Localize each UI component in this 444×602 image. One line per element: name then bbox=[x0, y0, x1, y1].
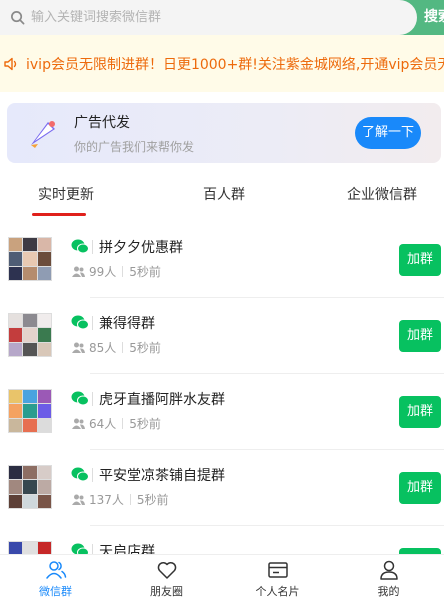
tab-hundred[interactable]: 百人群 bbox=[203, 172, 245, 218]
active-tab-indicator bbox=[32, 213, 86, 216]
meta-divider bbox=[122, 266, 124, 277]
tab-bar: 实时更新 百人群 企业微信群 bbox=[0, 172, 444, 218]
separator bbox=[92, 468, 93, 482]
group-avatar bbox=[8, 313, 52, 357]
separator bbox=[92, 316, 93, 330]
update-time: 5秒前 bbox=[136, 493, 169, 507]
page: 搜索 ivip会员无限制进群！日更1000+群!关注紫金城网络,开通vip会员无… bbox=[0, 0, 444, 602]
list-item[interactable]: 虎牙直播阿胖水友群 64人 5秒前 加群 bbox=[0, 374, 444, 450]
wechat-icon bbox=[71, 467, 89, 482]
group-list: 拼夕夕优惠群 99人 5秒前 加群 兼得得群 85人 5秒前 加群 虎牙直播阿胖… bbox=[0, 222, 444, 555]
search-input[interactable] bbox=[31, 10, 371, 25]
member-count: 99人 bbox=[89, 265, 117, 279]
member-count: 85人 bbox=[89, 341, 117, 355]
group-name: 虎牙直播阿胖水友群 bbox=[99, 392, 225, 408]
join-group-button[interactable]: 加群 bbox=[399, 244, 441, 276]
users-icon bbox=[45, 560, 66, 579]
wechat-icon bbox=[71, 315, 89, 330]
search-icon bbox=[11, 11, 25, 25]
join-group-button[interactable]: 加群 bbox=[399, 472, 441, 504]
tab-enterprise[interactable]: 企业微信群 bbox=[347, 172, 417, 218]
heart-icon bbox=[157, 561, 176, 579]
group-name: 平安堂凉茶铺自提群 bbox=[99, 468, 225, 484]
meta-divider bbox=[129, 494, 131, 505]
nav-label: 个人名片 bbox=[255, 584, 300, 598]
tab-realtime[interactable]: 实时更新 bbox=[38, 172, 94, 218]
list-item[interactable]: 拼夕夕优惠群 99人 5秒前 加群 bbox=[0, 222, 444, 298]
update-time: 5秒前 bbox=[129, 265, 161, 279]
bottom-nav: 微信群 朋友圈 个人名片 我的 bbox=[0, 554, 444, 602]
group-name: 兼得得群 bbox=[99, 316, 155, 332]
nav-item-mine[interactable]: 我的 bbox=[333, 555, 444, 602]
notice-bar: ivip会员无限制进群！日更1000+群!关注紫金城网络,开通vip会员无限制进… bbox=[0, 35, 444, 92]
search-field-wrapper[interactable] bbox=[0, 0, 417, 35]
ad-subtitle: 你的广告我们来帮你发 bbox=[74, 139, 195, 154]
notice-text: ivip会员无限制进群！日更1000+群!关注紫金城网络,开通vip会员无限制进… bbox=[26, 56, 444, 73]
update-time: 5秒前 bbox=[129, 341, 161, 355]
group-name: 拼夕夕优惠群 bbox=[99, 240, 183, 256]
wechat-icon bbox=[71, 391, 89, 406]
separator bbox=[92, 240, 93, 254]
ad-title: 广告代发 bbox=[74, 114, 130, 131]
join-group-button[interactable]: 加群 bbox=[399, 396, 441, 428]
nav-label: 朋友圈 bbox=[150, 584, 183, 598]
group-avatar bbox=[8, 465, 52, 509]
group-name: 天启店群 bbox=[99, 544, 155, 555]
user-icon bbox=[379, 560, 398, 580]
group-avatar bbox=[8, 541, 52, 555]
nav-label: 微信群 bbox=[39, 584, 72, 598]
group-meta: 64人 5秒前 bbox=[72, 415, 161, 432]
update-time: 5秒前 bbox=[129, 417, 161, 431]
list-item[interactable]: 天启店群 加群 bbox=[0, 526, 444, 555]
nav-item-card[interactable]: 个人名片 bbox=[222, 555, 333, 602]
group-meta: 137人 5秒前 bbox=[72, 491, 169, 508]
group-meta: 99人 5秒前 bbox=[72, 263, 161, 280]
separator bbox=[92, 392, 93, 406]
members-icon bbox=[72, 418, 85, 429]
search-button[interactable]: 搜索 bbox=[424, 0, 444, 35]
meta-divider bbox=[122, 342, 124, 353]
card-icon bbox=[267, 561, 288, 578]
members-icon bbox=[72, 342, 85, 353]
group-avatar bbox=[8, 389, 52, 433]
list-item[interactable]: 平安堂凉茶铺自提群 137人 5秒前 加群 bbox=[0, 450, 444, 526]
learn-more-button[interactable]: 了解一下 bbox=[355, 117, 421, 149]
group-meta: 85人 5秒前 bbox=[72, 339, 161, 356]
join-group-button[interactable]: 加群 bbox=[399, 320, 441, 352]
nav-item-groups[interactable]: 微信群 bbox=[0, 555, 111, 602]
search-bar: 搜索 bbox=[0, 0, 444, 35]
meta-divider bbox=[122, 418, 124, 429]
list-item[interactable]: 兼得得群 85人 5秒前 加群 bbox=[0, 298, 444, 374]
ad-banner[interactable]: 广告代发 你的广告我们来帮你发 了解一下 bbox=[7, 103, 441, 163]
nav-item-moments[interactable]: 朋友圈 bbox=[111, 555, 222, 602]
megaphone-icon bbox=[31, 121, 55, 148]
members-icon bbox=[72, 266, 85, 277]
speaker-icon bbox=[4, 57, 17, 70]
member-count: 137人 bbox=[89, 493, 124, 507]
member-count: 64人 bbox=[89, 417, 117, 431]
members-icon bbox=[72, 494, 85, 505]
wechat-icon bbox=[71, 239, 89, 254]
nav-label: 我的 bbox=[377, 584, 400, 598]
group-avatar bbox=[8, 237, 52, 281]
